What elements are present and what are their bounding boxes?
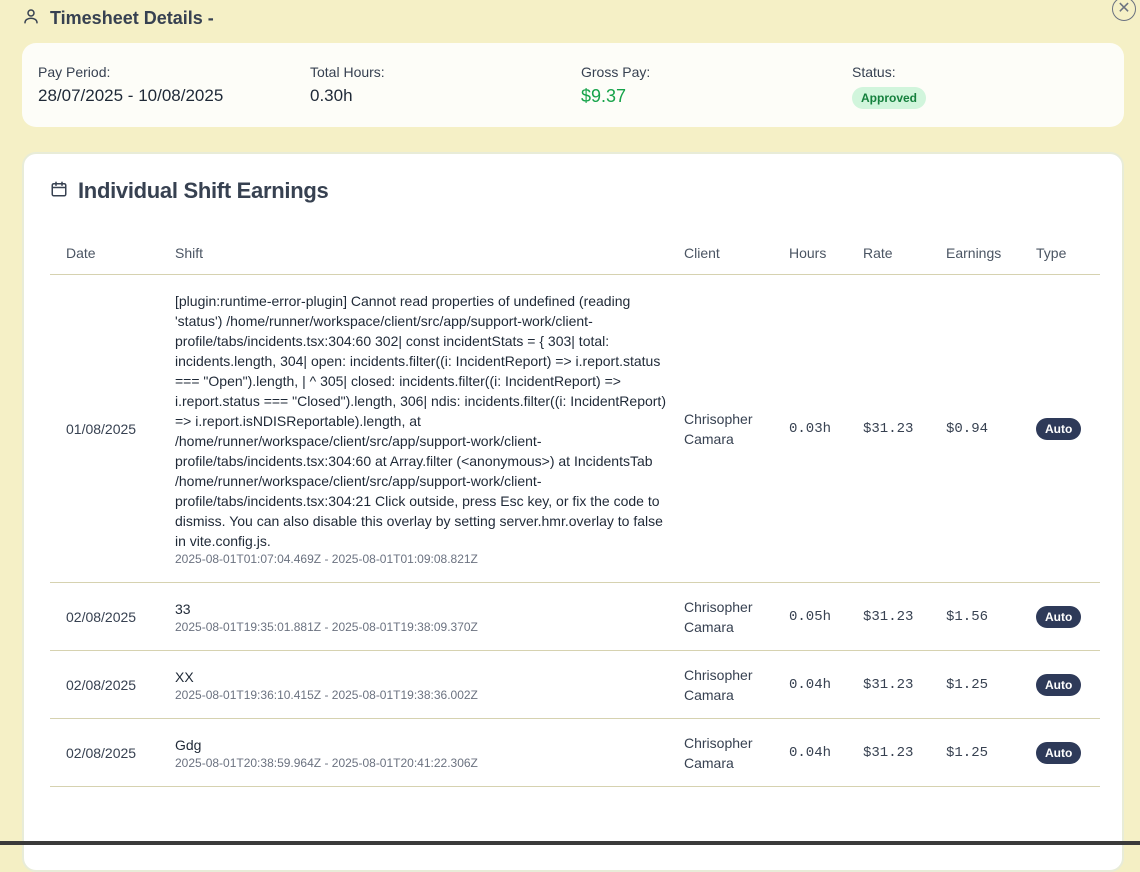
cell-shift: [plugin:runtime-error-plugin] Cannot rea… — [159, 274, 668, 583]
cell-hours: 0.04h — [773, 718, 847, 787]
shift-time: 2025-08-01T20:38:59.964Z - 2025-08-01T20… — [175, 756, 478, 770]
shift-name: 33 — [175, 601, 191, 617]
column-header-shift[interactable]: Shift — [159, 232, 668, 275]
cell-hours: 0.03h — [773, 274, 847, 583]
close-icon: ✕ — [1117, 0, 1131, 17]
total-hours-value: 0.30h — [310, 86, 353, 105]
close-button[interactable]: ✕ — [1112, 0, 1136, 21]
shift-time: 2025-08-01T01:07:04.469Z - 2025-08-01T01… — [175, 552, 478, 566]
card-title: Individual Shift Earnings — [78, 178, 329, 203]
column-header-hours[interactable]: Hours — [773, 232, 847, 275]
cell-earnings: $1.25 — [930, 650, 1020, 719]
total-hours: Total Hours: 0.30h — [310, 64, 385, 106]
column-header-type[interactable]: Type — [1020, 232, 1100, 275]
cell-rate: $31.23 — [847, 274, 930, 583]
status-badge: Approved — [852, 87, 927, 109]
timesheet-details-modal: Timesheet Details - ✕ Pay Period: 28/07/… — [0, 0, 1140, 872]
gross-pay-value: $9.37 — [581, 86, 627, 106]
user-icon — [22, 7, 40, 30]
window-bottom-edge — [0, 841, 1140, 845]
shift-name: XX — [175, 669, 194, 685]
cell-earnings: $1.56 — [930, 582, 1020, 651]
pay-period-label: Pay Period: — [38, 64, 111, 80]
cell-date: 02/08/2025 — [50, 582, 159, 651]
pay-period: Pay Period: 28/07/2025 - 10/08/2025 — [38, 64, 223, 106]
total-hours-label: Total Hours: — [310, 64, 385, 80]
cell-client: Chrisopher Camara — [668, 718, 773, 787]
cell-rate: $31.23 — [847, 582, 930, 651]
cell-rate: $31.23 — [847, 650, 930, 719]
table-row[interactable]: 01/08/2025 [plugin:runtime-error-plugin]… — [50, 274, 1100, 583]
type-badge: Auto — [1036, 605, 1082, 628]
cell-client: Chrisopher Camara — [668, 650, 773, 719]
shift-time: 2025-08-01T19:35:01.881Z - 2025-08-01T19… — [175, 620, 478, 634]
cell-date: 01/08/2025 — [50, 274, 159, 583]
table-header-row: Date Shift Client Hours Rate Earnings Ty… — [50, 232, 1100, 275]
gross-pay: Gross Pay: $9.37 — [581, 64, 650, 107]
column-header-client[interactable]: Client — [668, 232, 773, 275]
cell-hours: 0.04h — [773, 650, 847, 719]
cell-type: Auto — [1020, 582, 1100, 651]
shift-time: 2025-08-01T19:36:10.415Z - 2025-08-01T19… — [175, 688, 478, 702]
status-label: Status: — [852, 64, 896, 80]
cell-date: 02/08/2025 — [50, 718, 159, 787]
shift-earnings-table: Date Shift Client Hours Rate Earnings Ty… — [50, 232, 1100, 787]
column-header-date[interactable]: Date — [50, 232, 159, 275]
cell-rate: $31.23 — [847, 718, 930, 787]
cell-client: Chrisopher Camara — [668, 582, 773, 651]
cell-client: Chrisopher Camara — [668, 274, 773, 583]
individual-shift-earnings-card: Individual Shift Earnings Date Shift Cli… — [22, 152, 1124, 872]
cell-earnings: $0.94 — [930, 274, 1020, 583]
cell-earnings: $1.25 — [930, 718, 1020, 787]
cell-shift: Gdg 2025-08-01T20:38:59.964Z - 2025-08-0… — [159, 718, 668, 787]
cell-type: Auto — [1020, 274, 1100, 583]
calendar-icon — [50, 180, 68, 203]
column-header-earnings[interactable]: Earnings — [930, 232, 1020, 275]
cell-hours: 0.05h — [773, 582, 847, 651]
timesheet-summary: Pay Period: 28/07/2025 - 10/08/2025 Tota… — [22, 43, 1124, 127]
table-row[interactable]: 02/08/2025 XX 2025-08-01T19:36:10.415Z -… — [50, 650, 1100, 719]
status: Status: Approved — [852, 64, 927, 109]
modal-header: Timesheet Details - — [22, 4, 214, 32]
type-badge: Auto — [1036, 417, 1082, 440]
cell-type: Auto — [1020, 718, 1100, 787]
shift-name: [plugin:runtime-error-plugin] Cannot rea… — [175, 293, 666, 549]
table-row[interactable]: 02/08/2025 33 2025-08-01T19:35:01.881Z -… — [50, 582, 1100, 651]
card-header: Individual Shift Earnings — [50, 178, 329, 204]
cell-type: Auto — [1020, 650, 1100, 719]
cell-shift: 33 2025-08-01T19:35:01.881Z - 2025-08-01… — [159, 582, 668, 651]
type-badge: Auto — [1036, 673, 1082, 696]
table-row[interactable]: 02/08/2025 Gdg 2025-08-01T20:38:59.964Z … — [50, 718, 1100, 787]
cell-date: 02/08/2025 — [50, 650, 159, 719]
shift-name: Gdg — [175, 737, 202, 753]
modal-title: Timesheet Details - — [50, 7, 214, 28]
gross-pay-label: Gross Pay: — [581, 64, 651, 80]
pay-period-value: 28/07/2025 - 10/08/2025 — [38, 86, 224, 105]
cell-shift: XX 2025-08-01T19:36:10.415Z - 2025-08-01… — [159, 650, 668, 719]
type-badge: Auto — [1036, 741, 1082, 764]
column-header-rate[interactable]: Rate — [847, 232, 930, 275]
